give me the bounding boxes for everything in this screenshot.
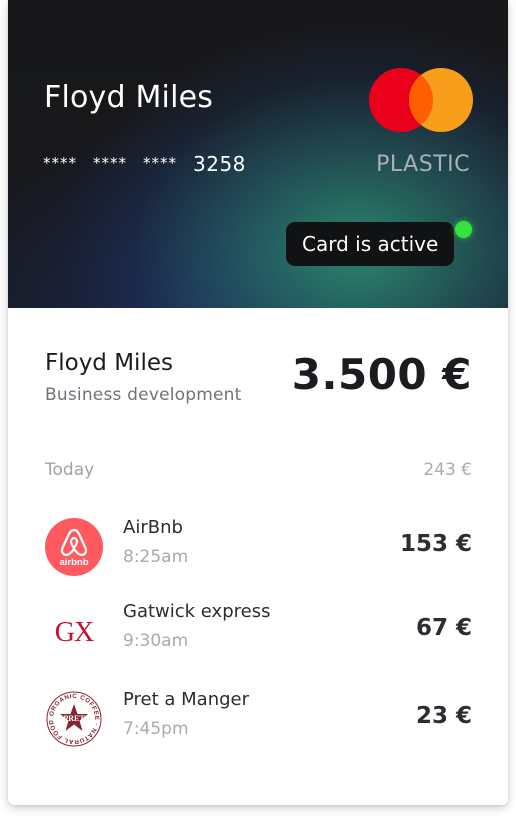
gatwick-logo-text: GX (55, 617, 94, 648)
card-widget: Floyd Miles **** **** **** 3258 PLASTIC … (8, 0, 508, 805)
transaction-merchant: Gatwick express (123, 601, 271, 622)
transaction-amount: 153 € (399, 531, 472, 557)
gatwick-express-logo: GX (55, 617, 95, 648)
airbnb-logo: airbnb (45, 518, 103, 576)
transaction-amount: 23 € (415, 703, 472, 729)
transaction-time: 9:30am (123, 631, 189, 651)
account-holder-role: Business development (45, 385, 242, 405)
airbnb-logo-text: airbnb (59, 557, 88, 568)
payment-card[interactable]: Floyd Miles **** **** **** 3258 PLASTIC … (8, 0, 508, 308)
transaction-merchant: AirBnb (123, 517, 183, 538)
card-number-mask-3: **** (143, 154, 177, 172)
day-group-label: Today (45, 460, 95, 480)
transaction-time: 7:45pm (123, 719, 189, 739)
svg-text:PRET: PRET (63, 714, 85, 723)
card-number-mask-2: **** (93, 154, 127, 172)
card-number: **** **** **** 3258 (43, 152, 246, 176)
card-type-label: PLASTIC (376, 152, 470, 177)
transaction-merchant: Pret a Manger (123, 689, 250, 710)
account-holder-name: Floyd Miles (45, 350, 173, 376)
transaction-amount: 67 € (415, 615, 472, 641)
mastercard-logo (369, 68, 473, 132)
transaction-row[interactable]: airbnb AirBnb 8:25am 153 € (8, 517, 508, 581)
card-holder-name: Floyd Miles (44, 80, 214, 115)
card-number-mask-1: **** (43, 154, 77, 172)
transaction-row[interactable]: ORGANIC COFFEE · NATURAL FOOD · PRET Pre… (8, 689, 508, 753)
status-indicator-dot (455, 221, 472, 238)
card-number-last4: 3258 (193, 152, 246, 176)
card-status-badge: Card is active (286, 222, 455, 266)
pret-a-manger-logo: ORGANIC COFFEE · NATURAL FOOD · PRET (44, 689, 102, 747)
account-balance: 3.500 € (291, 350, 472, 399)
day-group-total: 243 € (423, 460, 472, 480)
transaction-time: 8:25am (123, 547, 189, 567)
card-status-text: Card is active (302, 232, 439, 256)
transaction-row[interactable]: GX Gatwick express 9:30am 67 € (8, 601, 508, 665)
